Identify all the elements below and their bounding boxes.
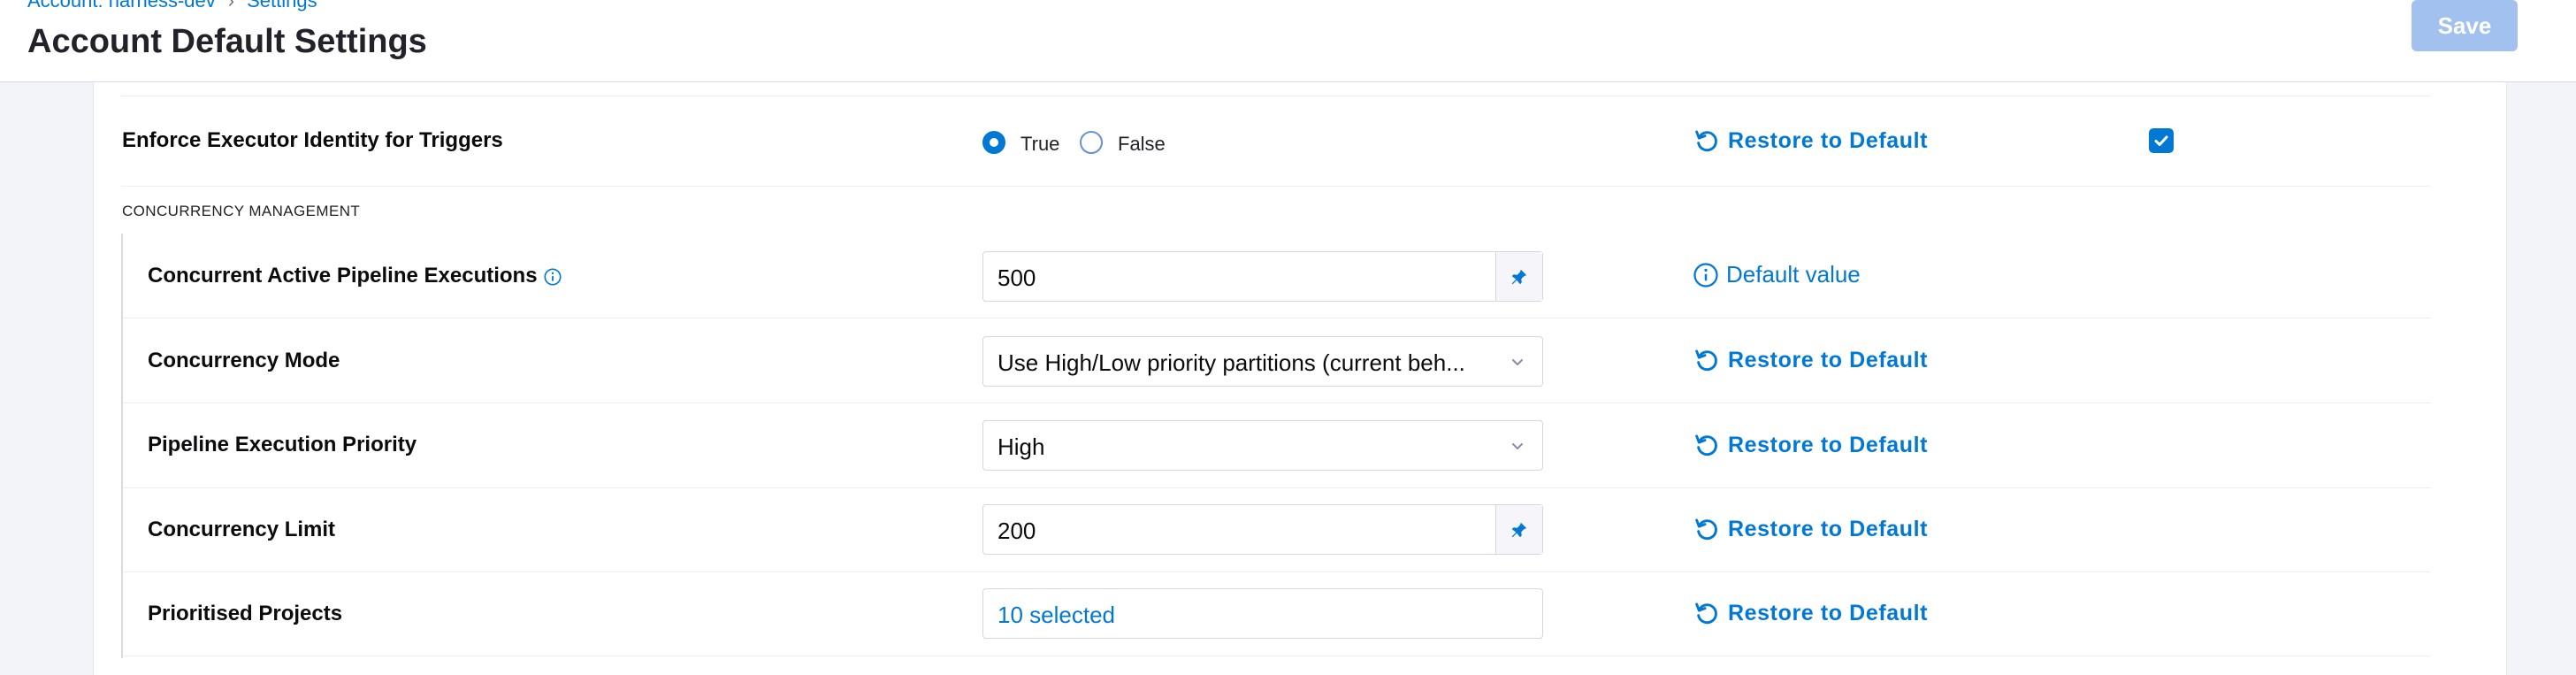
- breadcrumb-settings-link[interactable]: Settings: [247, 0, 317, 12]
- concurrency-mode-label: Concurrency Mode: [148, 349, 340, 372]
- info-icon[interactable]: [543, 267, 562, 287]
- chevron-down-icon: [1512, 443, 1523, 449]
- restore-default-concurrency-mode[interactable]: Restore to Default: [1693, 346, 1928, 374]
- chevron-down-icon: [1512, 359, 1523, 365]
- restore-label: Restore to Default: [1728, 127, 1929, 153]
- restore-icon: [1695, 518, 1717, 541]
- section-title-concurrency: CONCURRENCY MANAGEMENT: [122, 203, 361, 219]
- page-header: Account: harness-dev › Settings Account De…: [0, 0, 2576, 82]
- check-icon: [2154, 135, 2168, 146]
- radio-false[interactable]: [1080, 131, 1103, 154]
- restore-label: Restore to Default: [1728, 600, 1929, 625]
- restore-icon: [1695, 130, 1717, 152]
- default-value-label: Default value: [1726, 261, 1861, 288]
- radio-true-label[interactable]: True: [1020, 133, 1059, 156]
- page-title: Account Default Settings: [27, 23, 427, 60]
- pin-icon[interactable]: [1495, 505, 1542, 554]
- divider: [121, 186, 2431, 187]
- restore-default-enforce[interactable]: Restore to Default: [1693, 127, 1928, 155]
- restore-default-concurrency-limit[interactable]: Restore to Default: [1693, 515, 1928, 543]
- selected-count[interactable]: 10 selected: [998, 602, 1115, 629]
- input-value: 500: [998, 265, 1036, 291]
- restore-label: Restore to Default: [1728, 516, 1929, 541]
- pipeline-priority-select[interactable]: High: [982, 420, 1543, 471]
- restore-label: Restore to Default: [1728, 347, 1929, 372]
- pipeline-priority-label: Pipeline Execution Priority: [148, 433, 417, 456]
- concurrent-executions-label: Concurrent Active Pipeline Executions: [148, 264, 562, 288]
- restore-icon: [1695, 349, 1717, 372]
- select-value: High: [998, 433, 1045, 460]
- divider: [123, 487, 2431, 488]
- breadcrumb-separator: ›: [227, 0, 235, 12]
- breadcrumb-account-link[interactable]: Account: harness-dev: [27, 0, 216, 12]
- concurrent-executions-input[interactable]: 500: [982, 251, 1543, 302]
- restore-default-pipeline-priority[interactable]: Restore to Default: [1693, 431, 1928, 459]
- concurrent-executions-text: Concurrent Active Pipeline Executions: [148, 264, 538, 288]
- select-value: Use High/Low priority partitions (curren…: [998, 349, 1465, 376]
- radio-true[interactable]: [982, 131, 1005, 154]
- concurrency-limit-input[interactable]: 200: [982, 504, 1543, 555]
- default-value-indicator: Default value: [1693, 261, 1861, 288]
- pin-icon[interactable]: [1495, 252, 1542, 301]
- concurrency-limit-label: Concurrency Limit: [148, 518, 336, 541]
- breadcrumb: Account: harness-dev › Settings: [27, 0, 317, 12]
- radio-false-label[interactable]: False: [1118, 133, 1166, 156]
- restore-default-prioritised-projects[interactable]: Restore to Default: [1693, 599, 1928, 627]
- group-indent-line: [121, 234, 123, 658]
- concurrency-mode-select[interactable]: Use High/Low priority partitions (curren…: [982, 336, 1543, 387]
- enforce-executor-label: Enforce Executor Identity for Triggers: [122, 128, 503, 152]
- restore-label: Restore to Default: [1728, 432, 1929, 457]
- restore-icon: [1695, 602, 1717, 625]
- override-checkbox[interactable]: [2149, 128, 2174, 153]
- prioritised-projects-select[interactable]: 10 selected: [982, 588, 1543, 639]
- prioritised-projects-label: Prioritised Projects: [148, 602, 343, 625]
- save-button[interactable]: Save: [2412, 0, 2518, 51]
- restore-icon: [1695, 434, 1717, 456]
- divider: [123, 571, 2431, 572]
- info-icon: [1693, 262, 1718, 288]
- input-value: 200: [998, 518, 1036, 544]
